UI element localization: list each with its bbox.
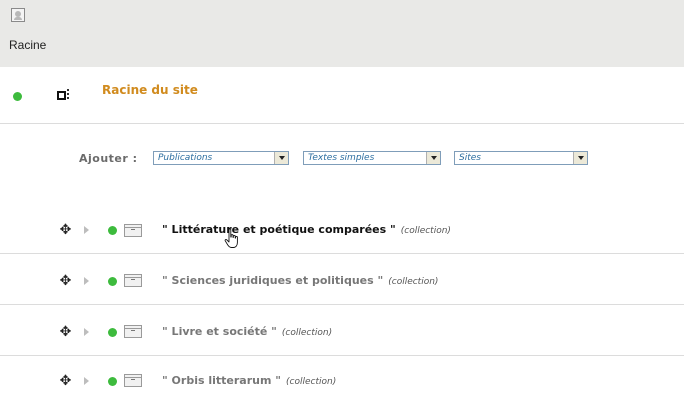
site-root-title[interactable]: Racine du site [102, 83, 198, 97]
site-root-row: Racine du site [0, 67, 684, 124]
status-published-icon [108, 328, 117, 337]
move-icon[interactable]: ✥ [59, 374, 72, 388]
drag-handle-icon[interactable] [57, 88, 71, 100]
item-type: (collection) [388, 277, 439, 287]
expand-arrow-icon[interactable] [84, 226, 89, 234]
status-published-icon [13, 92, 22, 101]
list-item: ✥ " Livre et société " (collection) [0, 304, 684, 356]
item-type: (collection) [400, 226, 451, 236]
add-simple-texts-select[interactable]: Textes simples [303, 151, 441, 165]
collection-icon [124, 224, 142, 237]
list-item: ✥ " Orbis litterarum " (collection) [0, 355, 684, 406]
item-type: (collection) [281, 328, 333, 338]
collection-icon [124, 325, 142, 338]
root-page-icon[interactable] [11, 8, 25, 22]
expand-arrow-icon[interactable] [84, 328, 89, 336]
move-icon[interactable]: ✥ [59, 274, 72, 288]
add-sites-select[interactable]: Sites [454, 151, 588, 165]
hand-cursor-icon [224, 228, 238, 248]
collection-icon [124, 374, 142, 387]
expand-arrow-icon[interactable] [84, 277, 89, 285]
item-title[interactable]: " Littérature et poétique comparées " (co… [162, 223, 451, 236]
list-item: ✥ " Littérature et poétique comparées "(… [0, 202, 684, 254]
list-item: ✥ " Sciences juridiques et politiques "(… [0, 253, 684, 305]
collection-icon [124, 274, 142, 287]
breadcrumb-bar: Racine [0, 0, 684, 67]
move-icon[interactable]: ✥ [59, 325, 72, 339]
status-published-icon [108, 277, 117, 286]
chevron-down-icon[interactable] [573, 152, 587, 164]
chevron-down-icon[interactable] [274, 152, 288, 164]
item-title[interactable]: " Orbis litterarum " (collection) [162, 374, 336, 387]
expand-arrow-icon[interactable] [84, 377, 89, 385]
add-label: Ajouter : [79, 152, 138, 165]
item-title[interactable]: " Livre et société " (collection) [162, 325, 332, 338]
item-type: (collection) [286, 377, 337, 387]
status-published-icon [108, 226, 117, 235]
move-icon[interactable]: ✥ [59, 223, 72, 237]
breadcrumb-root-label[interactable]: Racine [9, 38, 46, 52]
add-publications-select[interactable]: Publications [153, 151, 289, 165]
status-published-icon [108, 377, 117, 386]
chevron-down-icon[interactable] [426, 152, 440, 164]
item-title[interactable]: " Sciences juridiques et politiques " (co… [162, 274, 438, 287]
